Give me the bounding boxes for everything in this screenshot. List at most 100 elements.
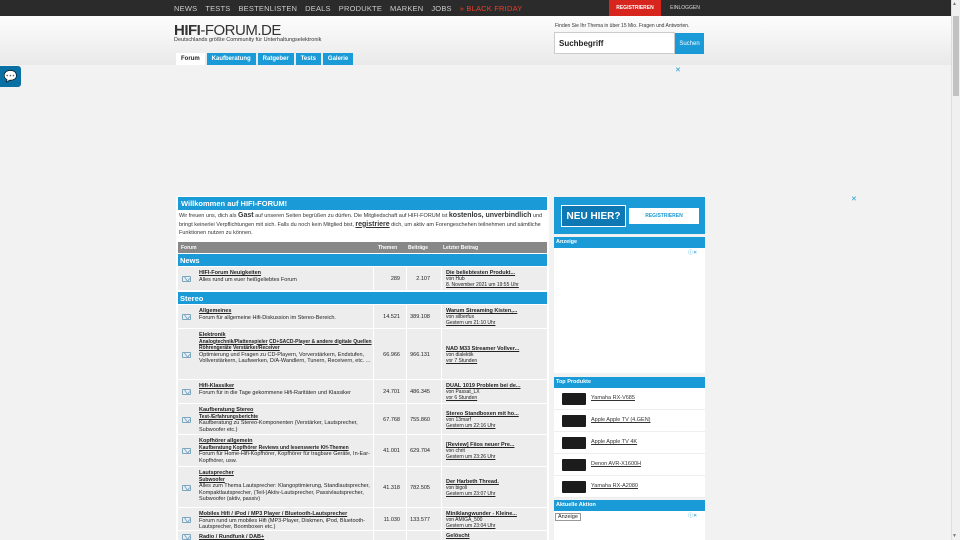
product-image-icon[interactable] (562, 393, 586, 405)
subforum-link[interactable]: Test-/Erfahrungsberichte (199, 414, 258, 420)
product-image-icon[interactable] (562, 481, 586, 493)
forum-envelope-icon (182, 276, 191, 282)
column-divider (441, 305, 442, 329)
themen-count: 66.966 (383, 352, 400, 358)
last-post-title[interactable]: Gelöscht (446, 533, 546, 539)
forum-envelope-icon (182, 389, 191, 395)
forum-description: Forum für allgemeine Hifi-Diskussion im … (199, 314, 336, 321)
adchoices-icon-2[interactable]: ⓘ✕ (688, 512, 697, 519)
subforum-link[interactable]: Verstärker/Receiver (233, 345, 280, 351)
beitraege-count: 133.577 (410, 517, 430, 523)
product-name-link[interactable]: Yamaha RX-A2080 (591, 483, 638, 489)
feedback-chat-icon[interactable]: 💬 (0, 66, 21, 87)
top-product-item[interactable]: Yamaha RX-A2080 (554, 476, 705, 498)
last-post-time[interactable]: Gestern um 23:26 Uhr (446, 454, 546, 460)
top-product-item[interactable]: Yamaha RX-V685 (554, 388, 705, 410)
last-post-time[interactable]: vor 6 Stunden (446, 395, 546, 401)
scroll-up-arrow-icon[interactable]: ▲ (952, 1, 957, 7)
product-image-icon[interactable] (562, 459, 586, 471)
new-here-badge[interactable]: NEU HIER? (561, 205, 626, 227)
last-post-time[interactable]: Gestern um 22:16 Uhr (446, 423, 546, 429)
forum-row[interactable]: Hifi-Klassiker Forum für in die Tage geko… (178, 380, 547, 404)
forum-envelope-icon (182, 534, 191, 540)
col-forum: Forum (181, 245, 197, 251)
forum-row[interactable]: Kaufberatung Stereo Test-/Erfahrungsberic… (178, 404, 547, 435)
forum-row[interactable]: Allgemeines Forum für allgemeine Hifi-Dis… (178, 305, 547, 329)
column-divider (441, 329, 442, 380)
forum-envelope-icon (182, 352, 191, 358)
welcome-guest: Gast (238, 212, 254, 219)
forum-row[interactable]: HIFI-Forum Neuigkeiten Alles rund um euer… (178, 267, 547, 291)
ad-close-icon-right[interactable]: ✕ (851, 195, 857, 203)
last-post-time[interactable]: 8. November 2021 um 19:55 Uhr (446, 282, 546, 288)
forum-envelope-icon (182, 314, 191, 320)
product-name-link[interactable]: Denon AVR-X1600H (591, 461, 641, 467)
search-button[interactable]: Suchen (675, 33, 704, 54)
column-divider (441, 435, 442, 467)
forum-row[interactable]: Kopfhörer allgemein Kaufberatung Kopfhöre… (178, 435, 547, 467)
main-tabs: Forum Kaufberatung Ratgeber Tests Galeri… (176, 53, 355, 65)
product-name-link[interactable]: Yamaha RX-V685 (591, 395, 635, 401)
sidebar-ad-slot (554, 248, 705, 373)
subforum-link[interactable]: Kaufberatung Kopfhörer (199, 445, 257, 451)
section-stereo[interactable]: Stereo (178, 292, 547, 304)
subforum-link[interactable]: CD+SACD-Player & andere digitale Quellen (269, 339, 371, 345)
nav-produkte[interactable]: PRODUKTE (339, 4, 382, 13)
forum-row[interactable]: Lautsprecher Subwoofer Alles zum Thema Lau… (178, 467, 547, 508)
sidebar-register-button[interactable]: REGISTRIEREN (629, 208, 699, 224)
forum-row[interactable]: Radio / Rundfunk / DAB+ Gelöscht (178, 531, 547, 540)
forum-description: Kaufberatung zu Stereo-Komponenten (Vers… (199, 420, 358, 433)
beitraege-count: 782.505 (410, 485, 430, 491)
top-product-item[interactable]: Denon AVR-X1600H (554, 454, 705, 476)
product-image-icon[interactable] (562, 437, 586, 449)
search-input[interactable]: Suchbegriff (554, 32, 675, 54)
beitraege-count: 966.131 (410, 352, 430, 358)
nav-jobs[interactable]: JOBS (431, 4, 451, 13)
col-beitraege: Beiträge (408, 245, 429, 251)
forum-row[interactable]: Mobiles Hifi / iPod / MP3 Player / Bluet… (178, 508, 547, 531)
nav-marken[interactable]: MARKEN (390, 4, 423, 13)
subforum-link[interactable]: Subwoofer (199, 477, 225, 483)
tab-forum[interactable]: Forum (176, 53, 205, 65)
tab-ratgeber[interactable]: Ratgeber (257, 53, 294, 65)
subforum-link[interactable]: Reviews und lesenswerte KH-Themen (259, 445, 349, 451)
last-post-time[interactable]: Gestern um 23:04 Uhr (446, 523, 546, 529)
last-post-time[interactable]: Gestern um 21:10 Uhr (446, 320, 546, 326)
forum-title[interactable]: Radio / Rundfunk / DAB+ (199, 534, 374, 540)
tab-tests[interactable]: Tests (295, 53, 321, 65)
adchoices-icon[interactable]: ⓘ✕ (688, 249, 697, 256)
top-product-item[interactable]: Apple Apple TV (4.GEN) (554, 410, 705, 432)
site-tagline: Deutschlands größte Community für Unterh… (174, 37, 322, 43)
register-button[interactable]: REGISTRIEREN (609, 0, 661, 16)
themen-count: 11.030 (383, 517, 400, 523)
login-button[interactable]: EINLOGGEN (663, 0, 707, 16)
themen-count: 67.768 (383, 417, 400, 423)
ad-close-icon[interactable]: ✕ (675, 66, 681, 74)
tab-kaufberatung[interactable]: Kaufberatung (206, 53, 256, 65)
forum-row[interactable]: Elektronik Analogtechnik/Plattenspieler C… (178, 329, 547, 380)
product-name-link[interactable]: Apple Apple TV (4.GEN) (591, 417, 651, 423)
welcome-register-link[interactable]: registriere (355, 221, 389, 228)
subforum-link[interactable]: Analogtechnik/Plattenspieler (199, 339, 268, 345)
column-divider (441, 404, 442, 435)
top-navigation: NEWS TESTS BESTENLISTEN DEALS PRODUKTE M… (174, 0, 530, 16)
column-divider (441, 467, 442, 508)
top-product-item[interactable]: Apple Apple TV 4K (554, 432, 705, 454)
nav-news[interactable]: NEWS (174, 4, 197, 13)
nav-deals[interactable]: DEALS (305, 4, 331, 13)
site-header (0, 16, 960, 65)
subforum-link[interactable]: Röhrengeräte (199, 345, 232, 351)
welcome-free: kostenlos, unverbindlich (448, 212, 532, 219)
last-post-time[interactable]: Gestern um 23:07 Uhr (446, 491, 546, 497)
product-name-link[interactable]: Apple Apple TV 4K (591, 439, 637, 445)
product-image-icon[interactable] (562, 415, 586, 427)
last-post-time[interactable]: vor 7 Stunden (446, 358, 546, 364)
section-news[interactable]: News (178, 254, 547, 266)
nav-tests[interactable]: TESTS (205, 4, 230, 13)
nav-bestenlisten[interactable]: BESTENLISTEN (238, 4, 297, 13)
forum-envelope-icon (182, 448, 191, 454)
tab-galerie[interactable]: Galerie (322, 53, 354, 65)
nav-black-friday[interactable]: » BLACK FRIDAY (460, 4, 523, 13)
scroll-down-arrow-icon[interactable]: ▼ (952, 533, 957, 539)
scrollbar-thumb[interactable] (953, 16, 959, 96)
